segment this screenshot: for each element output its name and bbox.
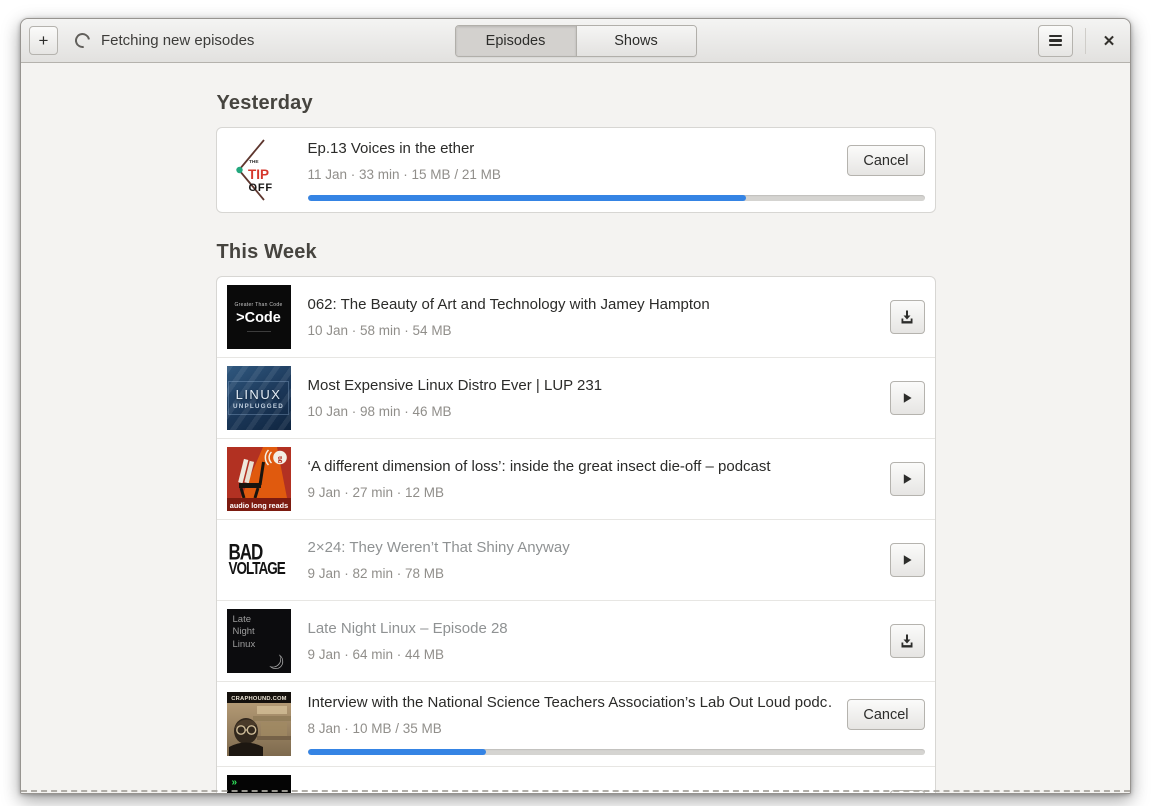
svg-text:CRAPHOUND.COM: CRAPHOUND.COM <box>231 696 286 702</box>
this-week-card: Greater Than Code >Code 062: The Beauty … <box>215 276 936 795</box>
play-icon <box>903 393 912 403</box>
svg-text:THE: THE <box>249 159 259 165</box>
episode-meta: 9 Jan · 27 min · 12 MB <box>307 485 445 500</box>
close-button[interactable]: ✕ <box>1096 28 1122 54</box>
svg-text:TIP: TIP <box>248 167 269 182</box>
episode-row-craphound: CRAPHOUND.COM Interview with the Nationa… <box>216 681 935 766</box>
tab-shows[interactable]: Shows <box>575 25 696 56</box>
episode-title: Ep.13 Voices in the ether <box>307 139 475 157</box>
episode-meta: 9 Jan · 64 min · 44 MB <box>307 647 445 662</box>
cancel-download-button[interactable]: Cancel <box>847 699 925 730</box>
play-episode-button[interactable] <box>889 462 925 496</box>
hamburger-icon <box>1049 34 1062 47</box>
podcast-artwork-linux-unplugged: LINUX UNPLUGGED <box>226 366 291 430</box>
podcast-artwork-craphound: CRAPHOUND.COM <box>226 692 291 756</box>
close-icon: ✕ <box>1102 32 1116 50</box>
podcast-artwork-audio-long-reads: audio long reads g <box>226 447 291 511</box>
episode-title: Interview with the National Science Teac… <box>307 693 834 711</box>
section-title-this-week: This Week <box>216 241 317 263</box>
download-icon <box>901 310 913 324</box>
download-icon <box>901 634 913 648</box>
status-text: Fetching new episodes <box>101 32 255 49</box>
episode-row-greater-than-code: Greater Than Code >Code 062: The Beauty … <box>217 277 935 357</box>
episode-title: 062: The Beauty of Art and Technology wi… <box>307 296 710 313</box>
episode-title: 2×24: They Weren’t That Shiny Anyway <box>307 539 570 556</box>
episode-row-tip-off: THE TIP OFF Ep.13 Voices in the ether 11… <box>217 128 935 212</box>
header-right-controls: ✕ <box>1038 24 1122 57</box>
episode-meta: 8 Jan · 10 MB / 35 MB <box>307 720 442 736</box>
view-switcher: Episodes Shows <box>454 24 697 57</box>
add-podcast-button[interactable]: + <box>29 26 58 55</box>
yesterday-card: THE TIP OFF Ep.13 Voices in the ether 11… <box>215 127 936 213</box>
app-window: + Fetching new episodes Episodes Shows ✕… <box>20 18 1131 794</box>
download-progressbar <box>307 748 925 755</box>
episode-title: Most Expensive Linux Distro Ever | LUP 2… <box>307 377 603 394</box>
play-icon <box>903 474 912 484</box>
svg-text:OFF: OFF <box>248 182 272 194</box>
play-episode-button[interactable] <box>889 381 925 415</box>
menu-button[interactable] <box>1038 24 1073 57</box>
episodes-view: Yesterday THE TIP OFF Ep.13 Voices in th… <box>21 63 1130 795</box>
episode-row-late-night-linux: Late Night Linux ☾ Late Night Linux – Ep… <box>216 600 935 681</box>
podcast-artwork-the-tip-off: THE TIP OFF <box>226 138 291 202</box>
download-episode-button[interactable] <box>889 624 925 658</box>
episode-title: Bot or Not <box>308 794 876 795</box>
svg-text:audio long reads: audio long reads <box>229 501 287 510</box>
podcast-artwork-bad-voltage: BAD VOLTAGE <box>226 528 291 592</box>
episode-meta: 10 Jan · 98 min · 46 MB <box>307 404 452 419</box>
scroll-undershoot-indicator <box>21 790 1130 792</box>
episode-title: Late Night Linux – Episode 28 <box>307 620 508 637</box>
plus-icon: + <box>38 30 49 50</box>
episode-meta: 11 Jan · 33 min · 15 MB / 21 MB <box>307 166 501 182</box>
podcast-artwork-greater-than-code: Greater Than Code >Code <box>226 285 291 349</box>
download-episode-button[interactable] <box>889 300 925 334</box>
podcast-artwork-late-night-linux: Late Night Linux ☾ <box>226 609 291 673</box>
download-progressbar <box>307 194 925 201</box>
episode-meta: 10 Jan · 58 min · 54 MB <box>307 323 452 338</box>
episode-feed: Yesterday THE TIP OFF Ep.13 Voices in th… <box>215 92 936 795</box>
episode-row-linux-unplugged: LINUX UNPLUGGED Most Expensive Linux Dis… <box>216 357 935 438</box>
header-bar: + Fetching new episodes Episodes Shows ✕ <box>21 19 1130 63</box>
svg-text:g: g <box>277 453 282 463</box>
episode-meta: 9 Jan · 82 min · 78 MB <box>307 566 445 581</box>
cancel-download-button[interactable]: Cancel <box>847 145 925 176</box>
header-separator <box>1085 27 1086 54</box>
episode-title: ‘A different dimension of loss’: inside … <box>307 458 771 475</box>
play-icon <box>903 555 912 565</box>
play-episode-button[interactable] <box>889 543 925 577</box>
tab-episodes[interactable]: Episodes <box>455 25 576 56</box>
episode-row-bad-voltage: BAD VOLTAGE 2×24: They Weren’t That Shin… <box>216 519 935 600</box>
episode-row-audio-long-reads: audio long reads g ‘A different dimensio… <box>216 438 935 519</box>
loading-spinner-icon <box>72 30 93 51</box>
section-title-yesterday: Yesterday <box>216 92 313 114</box>
